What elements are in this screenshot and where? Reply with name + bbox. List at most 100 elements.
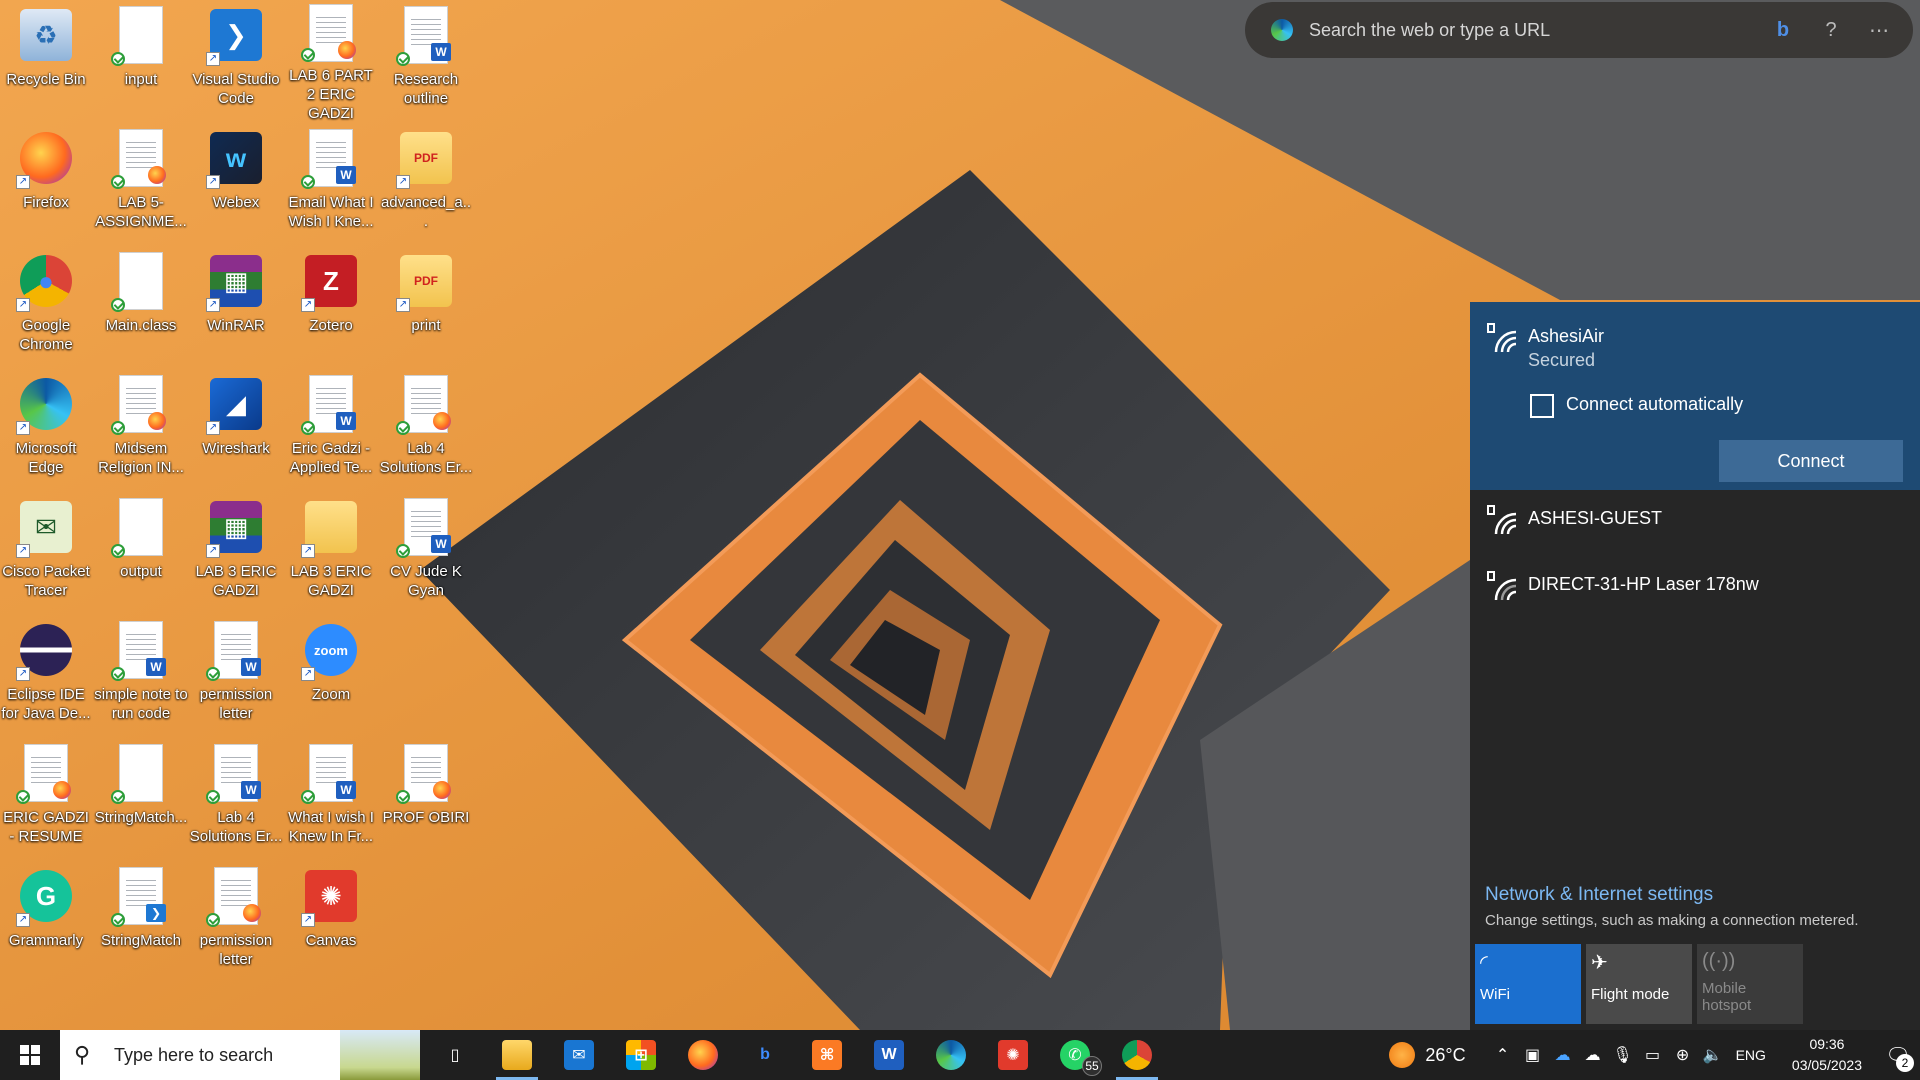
web-search-placeholder[interactable]: Search the web or type a URL (1309, 20, 1769, 41)
taskbar-app-mail[interactable]: ✉ (548, 1030, 610, 1080)
desktop-icon[interactable]: W CV Jude K Gyan (379, 492, 473, 612)
desktop-icon[interactable]: ✉ ↗ Cisco Packet Tracer (0, 492, 93, 612)
help-icon[interactable]: ? (1817, 16, 1845, 44)
network-globe-icon[interactable]: ⊕ (1668, 1045, 1698, 1065)
network-item-active[interactable]: AshesiAir Secured Connect automatically … (1470, 302, 1920, 490)
meet-now-icon[interactable]: ▣ (1518, 1045, 1548, 1065)
onedrive-personal-icon[interactable]: ☁ (1578, 1045, 1608, 1065)
connect-button[interactable]: Connect (1719, 440, 1903, 482)
document-lines (126, 384, 156, 414)
action-center-button[interactable]: 🗨 2 (1876, 1030, 1920, 1080)
connect-automatically-checkbox[interactable] (1530, 394, 1554, 418)
desktop-icon-label: Canvas (305, 932, 357, 949)
clock[interactable]: 09:36 03/05/2023 (1792, 1034, 1862, 1076)
desktop-icon[interactable]: Main.class (94, 246, 188, 366)
word-doc-icon: W (206, 742, 266, 804)
desktop-icon[interactable]: PDF ↗ print (379, 246, 473, 366)
microphone-icon[interactable]: 🎙 (1608, 1045, 1638, 1065)
chevron-up-icon[interactable]: ⌃ (1488, 1045, 1518, 1065)
desktop-icon[interactable]: Midsem Religion IN... (94, 369, 188, 489)
sync-check-icon (396, 790, 410, 804)
document-lines (411, 507, 441, 537)
battery-icon[interactable]: ▭ (1638, 1045, 1668, 1065)
volume-icon[interactable]: 🔈 (1698, 1045, 1728, 1065)
taskbar-app-whatsapp[interactable]: ✆ 55 (1044, 1030, 1106, 1080)
network-item[interactable]: ASHESI-GUEST (1470, 490, 1920, 556)
start-button[interactable] (0, 1030, 60, 1080)
shortcut-arrow-icon: ↗ (396, 175, 410, 189)
taskbar-app-microsoft-store[interactable]: ⊞ (610, 1030, 672, 1080)
desktop-icon[interactable]: ❯ StringMatch (94, 861, 188, 981)
winrar-icon: ▦ ↗ (206, 250, 266, 312)
weather-widget[interactable]: 26°C (1389, 1042, 1466, 1068)
taskbar-search-box[interactable]: ⚲ Type here to search (60, 1030, 420, 1080)
desktop-icon[interactable]: W Research outline (379, 0, 473, 120)
notification-count: 2 (1896, 1054, 1914, 1072)
desktop-icon[interactable]: W What I wish I Knew In Fr... (284, 738, 378, 858)
taskbar-app-bing[interactable]: b (734, 1030, 796, 1080)
desktop-icon[interactable]: ↗ Microsoft Edge (0, 369, 93, 489)
edge-icon (936, 1040, 966, 1070)
onedrive-icon[interactable]: ☁ (1548, 1045, 1578, 1065)
desktop-icon[interactable]: zoom ↗ Zoom (284, 615, 378, 735)
desktop-icon[interactable]: output (94, 492, 188, 612)
clock-date: 03/05/2023 (1791, 1057, 1862, 1073)
desktop-icon[interactable]: ▦ ↗ LAB 3 ERIC GADZI (189, 492, 283, 612)
taskbar-app-task-view[interactable]: ▯ (424, 1030, 486, 1080)
desktop-icon[interactable]: ● ↗ Google Chrome (0, 246, 93, 366)
desktop-icon[interactable]: ◢ ↗ Wireshark (189, 369, 283, 489)
connect-automatically-label[interactable]: Connect automatically (1566, 394, 1743, 415)
desktop-icon[interactable]: PROF OBIRI (379, 738, 473, 858)
more-icon[interactable]: ⋯ (1865, 16, 1893, 44)
wifi-toggle[interactable]: ◜ WiFi (1475, 944, 1581, 1024)
desktop-icon[interactable]: ❯ ↗ Visual Studio Code (189, 0, 283, 120)
bing-icon[interactable]: b (1769, 16, 1797, 44)
desktop-icon[interactable]: W Email What I Wish I Kne... (284, 123, 378, 243)
document-thumbnail (119, 498, 163, 556)
taskbar-search-placeholder[interactable]: Type here to search (114, 1045, 273, 1066)
desktop-icon[interactable]: G ↗ Grammarly (0, 861, 93, 981)
desktop-icon-label: Main.class (105, 317, 177, 334)
desktop-icon[interactable]: ERIC GADZI - RESUME (0, 738, 93, 858)
taskbar-app-canvas[interactable]: ✺ (982, 1030, 1044, 1080)
desktop-icon[interactable]: ↗ Firefox (0, 123, 93, 243)
desktop-icon[interactable]: ♻ Recycle Bin (0, 0, 93, 120)
desktop-icon[interactable]: permission letter (189, 861, 283, 981)
desktop-icon[interactable]: input (94, 0, 188, 120)
network-item[interactable]: DIRECT-31-HP Laser 178nw (1470, 556, 1920, 622)
desktop-icon-label: Google Chrome (19, 317, 73, 353)
xampp-icon: ⌘ (812, 1040, 842, 1070)
taskbar-app-edge[interactable] (920, 1030, 982, 1080)
desktop-icon[interactable]: W Lab 4 Solutions Er... (189, 738, 283, 858)
desktop-icon-label: LAB 3 ERIC GADZI (195, 563, 277, 599)
desktop-icon[interactable]: PDF ↗ advanced_a... (379, 123, 473, 243)
network-name: ASHESI-GUEST (1528, 508, 1663, 528)
desktop-icon[interactable]: ✺ ↗ Canvas (284, 861, 378, 981)
desktop-icon[interactable]: w ↗ Webex (189, 123, 283, 243)
taskbar-app-word[interactable]: W (858, 1030, 920, 1080)
desktop-icon[interactable]: LAB 6 PART 2 ERIC GADZI (284, 0, 378, 122)
network-settings-link[interactable]: Network & Internet settings (1485, 884, 1713, 906)
desktop-icon[interactable]: ▦ ↗ WinRAR (189, 246, 283, 366)
desktop-icon[interactable]: Z ↗ Zotero (284, 246, 378, 366)
desktop-icon[interactable]: StringMatch... (94, 738, 188, 858)
desktop-icon[interactable]: Wpermission letter (189, 615, 283, 735)
taskbar-app-file-explorer[interactable] (486, 1030, 548, 1080)
flight-mode-toggle[interactable]: ✈ Flight mode (1586, 944, 1692, 1024)
mail-icon: ✉ (564, 1040, 594, 1070)
taskbar-app-firefox[interactable] (672, 1030, 734, 1080)
desktop-icon[interactable]: ↗ Eclipse IDE for Java De... (0, 615, 93, 735)
desktop-icon[interactable]: Lab 4 Solutions Er... (379, 369, 473, 489)
mobile-hotspot-toggle[interactable]: ((·)) Mobile hotspot (1697, 944, 1803, 1024)
document-lines (221, 630, 251, 660)
app-glyph: ♻ (20, 9, 72, 61)
language-indicator[interactable]: ENG (1736, 1047, 1766, 1063)
desktop-icon[interactable]: W Eric Gadzi - Applied Te... (284, 369, 378, 489)
taskbar-app-chrome[interactable] (1106, 1030, 1168, 1080)
taskbar-app-xampp[interactable]: ⌘ (796, 1030, 858, 1080)
desktop-icon[interactable]: ↗ LAB 3 ERIC GADZI (284, 492, 378, 612)
web-search-bar[interactable]: Search the web or type a URL b ? ⋯ (1245, 2, 1913, 58)
desktop-icon[interactable]: Wsimple note to run code (94, 615, 188, 735)
desktop-icon[interactable]: LAB 5-ASSIGNME... (94, 123, 188, 243)
document-thumbnail: W (404, 6, 451, 64)
